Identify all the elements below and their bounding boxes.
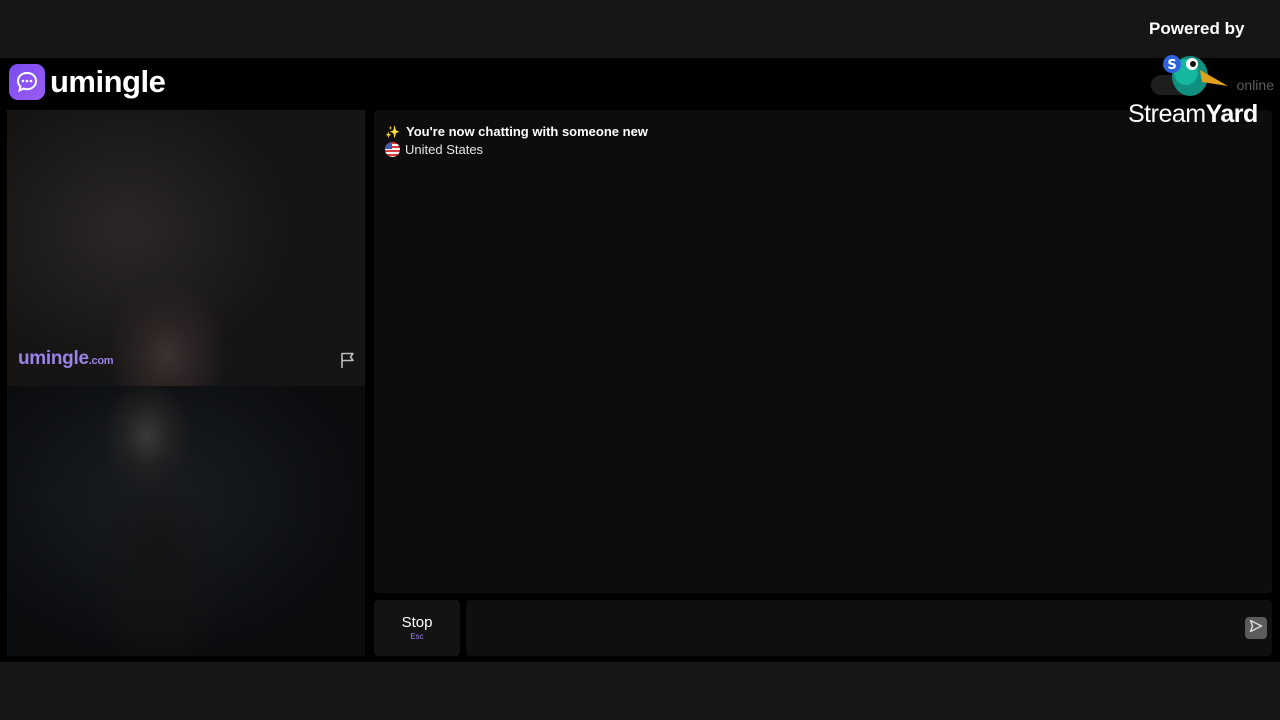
app-name: umingle <box>50 64 166 99</box>
video-watermark: umingle.com <box>18 348 114 370</box>
watermark-suffix: .com <box>88 355 114 367</box>
stranger-location: United States <box>385 142 483 157</box>
stop-shortcut-hint: Esc <box>410 632 424 641</box>
stranger-country: United States <box>405 142 484 157</box>
powered-by-label: Powered by <box>1149 19 1245 38</box>
report-flag-icon[interactable] <box>339 351 357 369</box>
us-flag-icon <box>385 142 400 157</box>
system-message-text: You're now chatting with someone new <box>406 124 648 139</box>
chat-composer: Stop Esc <box>374 600 1272 656</box>
system-message: ✨ You're now chatting with someone new <box>385 124 648 139</box>
send-button[interactable] <box>1245 617 1267 639</box>
sparkle-icon: ✨ <box>385 124 400 139</box>
duck-mascot-icon: S <box>1162 46 1232 98</box>
self-video <box>7 386 365 656</box>
stop-button-label: Stop <box>401 614 433 631</box>
chat-bubble-logo-icon <box>9 64 45 100</box>
chat-log: ✨ You're now chatting with someone new U… <box>374 110 1272 593</box>
brand-light: Stream <box>1128 100 1206 128</box>
stop-button[interactable]: Stop Esc <box>374 600 460 656</box>
send-icon <box>1249 619 1263 638</box>
svg-text:S: S <box>1167 58 1176 73</box>
brand-bold: Yard <box>1205 100 1259 128</box>
watermark-main: umingle <box>18 348 89 369</box>
streamyard-logo: S StreamYard <box>1128 46 1278 130</box>
letterbox-top <box>0 0 1280 58</box>
message-input[interactable] <box>466 600 1272 656</box>
app-logo[interactable]: umingle <box>9 64 166 100</box>
umingle-app: umingle online umingle.com ✨ You're now … <box>0 58 1280 662</box>
letterbox-bottom <box>0 662 1280 720</box>
streamyard-wordmark: StreamYard <box>1128 100 1258 129</box>
